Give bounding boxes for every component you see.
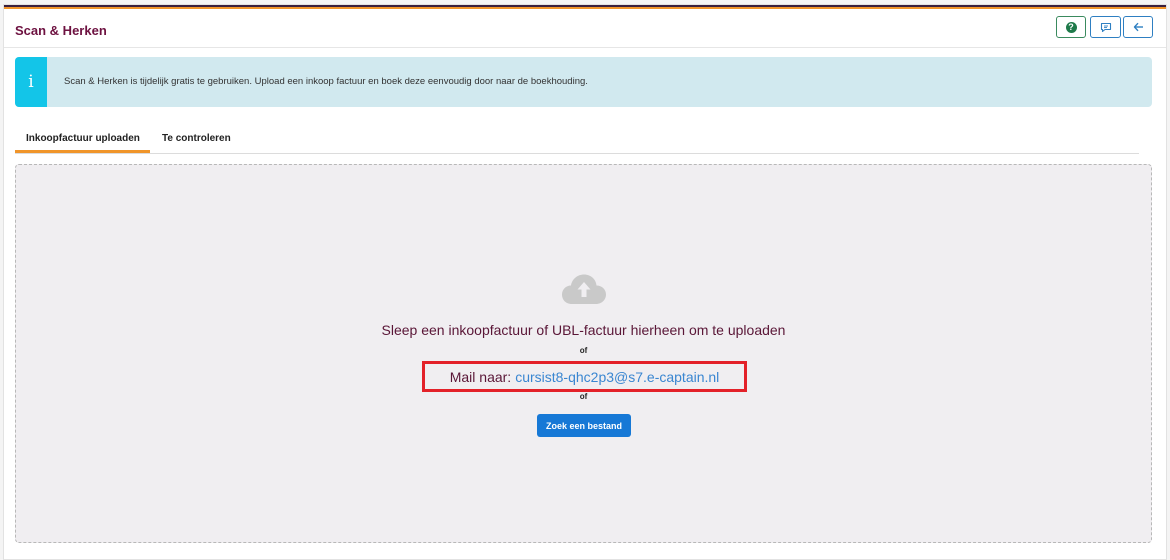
tab-bar: Inkoopfactuur uploaden Te controleren — [15, 127, 1139, 154]
info-alert-text: Scan & Herken is tijdelijk gratis te geb… — [64, 76, 588, 87]
browse-file-button[interactable]: Zoek een bestand — [537, 414, 631, 437]
info-icon: i — [15, 57, 47, 107]
or-separator: of — [579, 346, 588, 355]
tab-inkoopfactuur-uploaden[interactable]: Inkoopfactuur uploaden — [26, 133, 140, 144]
mail-to-highlight: Mail naar: cursist8-qhc2p3@s7.e-captain.… — [422, 361, 747, 392]
page-header: Scan & Herken ? — [4, 9, 1166, 48]
active-tab-indicator — [15, 150, 150, 153]
question-circle-icon: ? — [1065, 21, 1077, 33]
or-separator-2: of — [579, 392, 588, 401]
help-button[interactable]: ? — [1056, 16, 1086, 38]
page-title: Scan & Herken — [15, 23, 107, 38]
dropzone-heading: Sleep een inkoopfactuur of UBL-factuur h… — [381, 322, 786, 338]
tab-te-controleren[interactable]: Te controleren — [162, 133, 231, 144]
main-panel: Scan & Herken ? i Scan & Herken is tijde… — [3, 4, 1167, 560]
comment-icon — [1100, 22, 1111, 32]
cloud-upload-icon — [562, 274, 606, 304]
back-button[interactable] — [1123, 16, 1153, 38]
arrow-left-icon — [1133, 22, 1143, 32]
info-alert: i Scan & Herken is tijdelijk gratis te g… — [15, 57, 1152, 107]
mail-label: Mail naar: — [449, 368, 512, 385]
mail-address-link[interactable]: cursist8-qhc2p3@s7.e-captain.nl — [515, 369, 719, 385]
upload-dropzone[interactable]: Sleep een inkoopfactuur of UBL-factuur h… — [15, 164, 1152, 543]
feedback-button[interactable] — [1090, 16, 1121, 38]
